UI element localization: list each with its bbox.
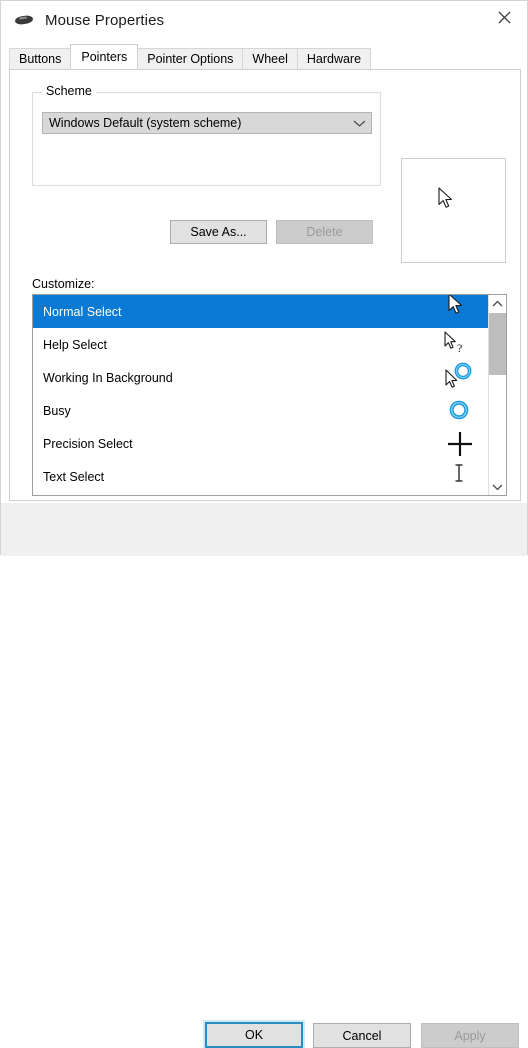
mouse-icon: [13, 11, 35, 29]
apply-button: Apply: [421, 1023, 519, 1048]
chevron-down-icon[interactable]: [489, 478, 506, 495]
list-item-label: Help Select: [43, 337, 107, 352]
list-item[interactable]: Busy: [33, 394, 488, 427]
list-item-label: Normal Select: [43, 304, 122, 319]
list-item[interactable]: Precision Select: [33, 427, 488, 460]
scrollbar-thumb[interactable]: [489, 313, 506, 375]
arrow-busy-ring-cursor: [440, 361, 480, 394]
dialog-footer: OK Cancel Apply: [1, 503, 527, 1048]
customize-label: Customize:: [32, 277, 95, 291]
ok-button[interactable]: OK: [205, 1022, 303, 1048]
svg-text:?: ?: [457, 341, 462, 355]
close-icon[interactable]: [481, 1, 527, 33]
cancel-button[interactable]: Cancel: [313, 1023, 411, 1048]
mouse-properties-dialog: Mouse Properties Buttons Pointers Pointe…: [0, 0, 528, 1048]
tab-wheel[interactable]: Wheel: [242, 48, 298, 69]
chevron-down-icon: [347, 119, 371, 128]
arrow-cursor: [440, 295, 480, 328]
pointer-customize-list[interactable]: Normal Select Help Select ? Working In B…: [32, 294, 507, 496]
list-item-label: Text Select: [43, 469, 105, 484]
list-item[interactable]: Text Select: [33, 460, 488, 493]
list-item-label: Precision Select: [43, 436, 133, 451]
save-as-button[interactable]: Save As...: [170, 220, 267, 244]
scheme-group-box: [32, 92, 381, 186]
crosshair-cursor: [440, 427, 480, 460]
list-item[interactable]: Help Select ?: [33, 328, 488, 361]
list-item[interactable]: Normal Select: [33, 295, 488, 328]
busy-ring-cursor: [440, 394, 480, 427]
tab-pointers[interactable]: Pointers: [70, 44, 139, 69]
list-item[interactable]: Working In Background: [33, 361, 488, 394]
tab-strip: Buttons Pointers Pointer Options Wheel H…: [9, 44, 519, 69]
list-item-label: Busy: [43, 403, 71, 418]
ibeam-cursor: [440, 460, 480, 493]
chevron-up-icon[interactable]: [489, 295, 506, 312]
delete-button: Delete: [276, 220, 373, 244]
arrow-question-cursor: ?: [440, 328, 480, 361]
title-bar: Mouse Properties: [1, 1, 527, 39]
tab-buttons[interactable]: Buttons: [9, 48, 72, 69]
list-vertical-scrollbar[interactable]: [488, 295, 506, 495]
scheme-group-label: Scheme: [42, 84, 96, 98]
arrow-cursor: [438, 187, 456, 214]
pointers-tab-page: Scheme Windows Default (system scheme) S…: [9, 69, 521, 540]
scheme-combobox-value: Windows Default (system scheme): [49, 116, 242, 130]
pointer-list-items: Normal Select Help Select ? Working In B…: [33, 295, 488, 495]
tab-hardware[interactable]: Hardware: [296, 48, 372, 69]
pointer-preview-pane: [401, 158, 506, 263]
tab-pointer-options[interactable]: Pointer Options: [137, 48, 244, 69]
list-item-label: Working In Background: [43, 370, 173, 385]
scheme-combobox[interactable]: Windows Default (system scheme): [42, 112, 372, 134]
window-title: Mouse Properties: [45, 11, 165, 29]
